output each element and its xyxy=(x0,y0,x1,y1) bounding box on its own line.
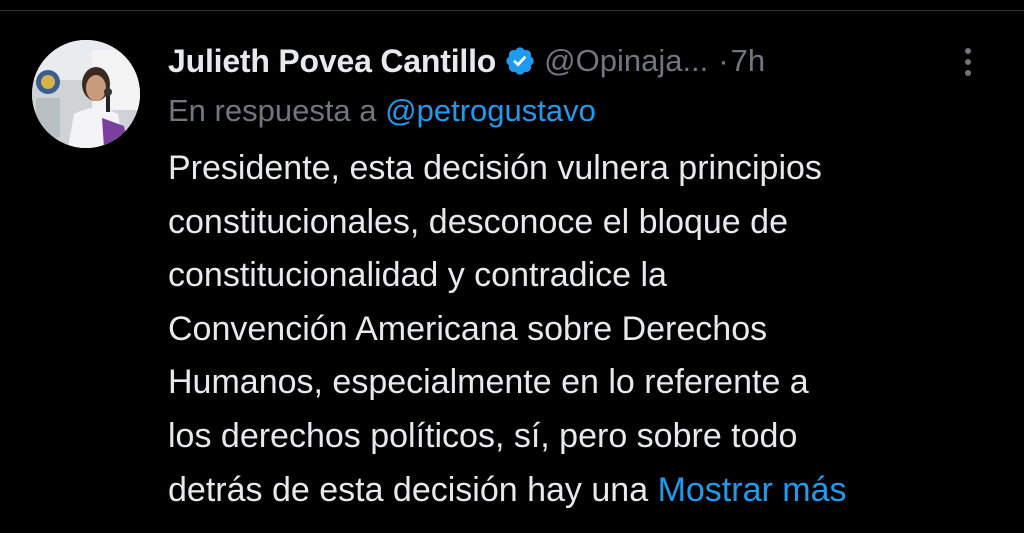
tweet-text-line: Convención Americana sobre Derechos xyxy=(168,309,768,348)
avatar-image xyxy=(32,40,140,148)
show-more-link[interactable]: Mostrar más xyxy=(658,471,847,509)
reply-mention-link[interactable]: @petrogustavo xyxy=(385,93,596,128)
reply-prefix: En respuesta a xyxy=(168,93,377,128)
avatar[interactable] xyxy=(32,40,140,148)
timestamp[interactable]: 7h xyxy=(731,43,765,79)
verified-badge-icon[interactable] xyxy=(504,45,536,77)
tweet-header: Julieth Povea Cantillo @Opinaja... · 7h xyxy=(168,40,988,82)
tweet-text-line: constitucionales, desconoce el bloque de xyxy=(168,202,788,241)
reply-context: En respuesta a @petrogustavo xyxy=(168,90,988,132)
tweet: Julieth Povea Cantillo @Opinaja... · 7h … xyxy=(168,40,988,517)
tweet-text-line: detrás de esta decisión hay una xyxy=(168,470,649,509)
tweet-text-line: constitucionalidad y contradice la xyxy=(168,256,667,295)
author-handle[interactable]: @Opinaja... xyxy=(544,43,708,79)
tweet-text-line: Presidente, esta decisión vulnera princi… xyxy=(168,149,822,187)
timeline-divider xyxy=(0,0,1024,11)
tweet-text-line: Humanos, especialmente en lo referente a xyxy=(168,363,809,402)
tweet-text-line: los derechos políticos, sí, pero sobre t… xyxy=(168,416,798,455)
author-name[interactable]: Julieth Povea Cantillo xyxy=(168,43,496,80)
tweet-text-line-last: detrás de esta decisión hay una Mostrar … xyxy=(168,464,988,518)
separator-dot: · xyxy=(718,43,729,78)
more-vertical-icon[interactable] xyxy=(958,42,978,82)
tweet-text: Presidente, esta decisión vulnera princi… xyxy=(168,142,988,517)
